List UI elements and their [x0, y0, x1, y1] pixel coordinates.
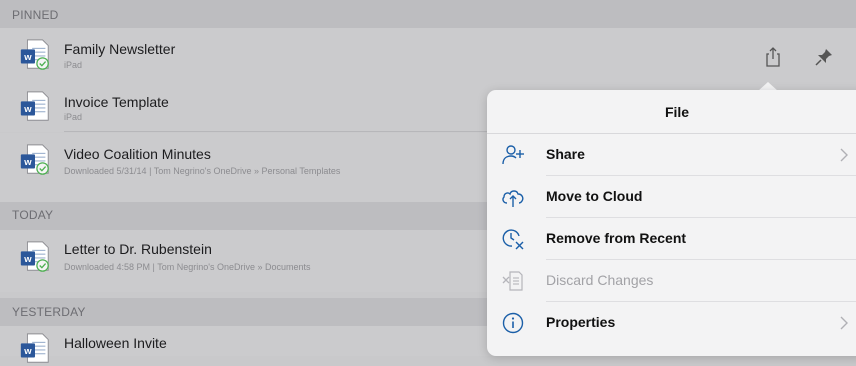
menu-item-move-to-cloud[interactable]: Move to Cloud: [487, 176, 856, 218]
share-icon[interactable]: [762, 46, 784, 68]
cloud-upload-icon: [502, 190, 524, 207]
clock-remove-icon: [502, 229, 524, 250]
section-label: PINNED: [12, 8, 59, 22]
menu-item-discard-changes: Discard Changes: [487, 260, 856, 302]
document-location: iPad: [64, 60, 83, 70]
word-doc-synced-icon: [20, 144, 49, 175]
menu-item-label: Remove from Recent: [546, 230, 687, 246]
info-icon: [502, 312, 524, 334]
menu-item-remove-from-recent[interactable]: Remove from Recent: [487, 218, 856, 260]
menu-item-label: Discard Changes: [546, 272, 654, 288]
discard-doc-icon: [502, 271, 523, 291]
pin-icon[interactable]: [813, 46, 835, 68]
document-title: Letter to Dr. Rubenstein: [64, 241, 212, 257]
document-title: Invoice Template: [64, 94, 169, 110]
file-popover: File Share Move to Cloud Remove from Rec…: [487, 90, 856, 356]
word-doc-synced-icon: [20, 39, 49, 70]
document-location: Downloaded 5/31/14 | Tom Negrino's OneDr…: [64, 166, 341, 176]
word-doc-icon: [20, 91, 49, 121]
document-location: Downloaded 4:58 PM | Tom Negrino's OneDr…: [64, 262, 311, 272]
add-person-icon: [502, 145, 524, 165]
document-title: Halloween Invite: [64, 335, 167, 351]
document-row-family-newsletter[interactable]: Family Newsletter iPad: [0, 28, 856, 84]
menu-item-properties[interactable]: Properties: [487, 302, 856, 344]
menu-item-label: Move to Cloud: [546, 188, 643, 204]
popover-title: File: [664, 104, 690, 120]
menu-item-share[interactable]: Share: [487, 134, 856, 176]
section-label: TODAY: [12, 208, 54, 222]
document-title: Family Newsletter: [64, 41, 176, 57]
menu-item-label: Properties: [546, 314, 616, 330]
menu-item-label: Share: [546, 146, 585, 162]
chevron-right-icon: [840, 316, 848, 330]
word-doc-icon: [20, 333, 49, 363]
section-header-pinned: PINNED: [0, 0, 856, 28]
chevron-right-icon: [840, 148, 848, 162]
section-label: YESTERDAY: [12, 305, 86, 319]
word-doc-synced-icon: [20, 241, 49, 272]
document-location: iPad: [64, 112, 83, 122]
document-title: Video Coalition Minutes: [64, 146, 211, 162]
